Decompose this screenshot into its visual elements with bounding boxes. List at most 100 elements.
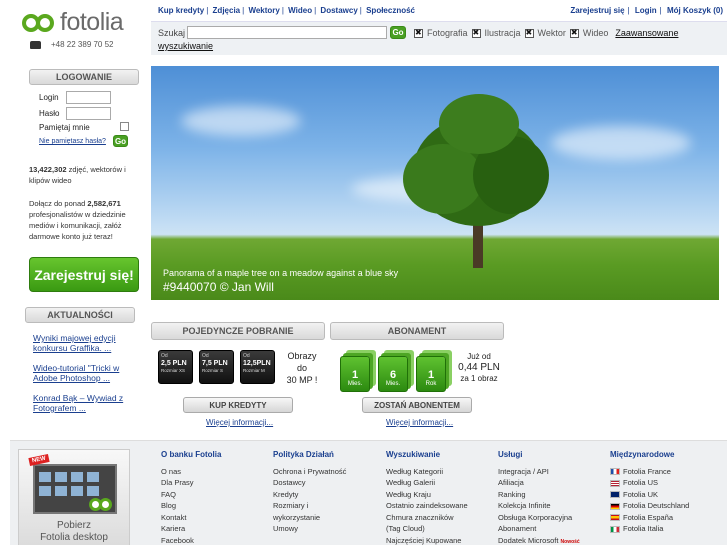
subscription-pack-1-year[interactable]: 1 Rok bbox=[416, 356, 446, 392]
fotolia-logo[interactable]: fotolia bbox=[22, 6, 142, 38]
credit-pack-price: 7,5 PLN bbox=[202, 360, 228, 367]
register-button[interactable]: Zarejestruj się! bbox=[29, 257, 139, 292]
usa-flag-icon bbox=[610, 479, 620, 487]
news-item[interactable]: Wyniki majowej edycji konkursu Graffika.… bbox=[33, 333, 139, 353]
france-flag-icon bbox=[610, 468, 620, 476]
italy-flag-icon bbox=[610, 525, 620, 533]
footer-link[interactable]: Ranking bbox=[498, 489, 602, 501]
filter-ilustracja-label: Ilustracja bbox=[484, 28, 521, 38]
single-download-heading: POJEDYNCZE POBRANIE bbox=[151, 322, 325, 340]
footer-link-microsoft[interactable]: Dodatek Microsoft Nowość bbox=[498, 535, 602, 545]
pros-count: 2,582,671 bbox=[87, 199, 121, 208]
footer-link[interactable]: Kariera bbox=[161, 523, 265, 535]
news-item[interactable]: Konrad Bąk – Wywiad z Fotografem ... bbox=[33, 393, 139, 413]
footer-link[interactable]: Integracja / API bbox=[498, 466, 602, 478]
footer-link[interactable]: FAQ bbox=[161, 489, 265, 501]
subscription-pack-6-months[interactable]: 6 Mies. bbox=[378, 356, 408, 392]
join-text-a: Dołącz do ponad bbox=[29, 199, 86, 208]
footer-link[interactable]: Afiliacja bbox=[498, 477, 602, 489]
desktop-app-promo[interactable]: NEW Pobierz Fotolia desktop bbox=[18, 449, 130, 545]
footer-link-it[interactable]: Fotolia Italia bbox=[610, 523, 725, 535]
subscribe-button[interactable]: ZOSTAŃ ABONENTEM bbox=[362, 397, 472, 413]
nav-wideo[interactable]: Wideo bbox=[288, 6, 312, 15]
filter-wideo-label: Wideo bbox=[582, 28, 609, 38]
footer-link[interactable]: Według Galerii bbox=[386, 477, 490, 489]
filter-wideo-checkbox[interactable] bbox=[569, 28, 579, 38]
footer-link[interactable]: Chmura znaczników bbox=[386, 512, 490, 524]
footer-link-de[interactable]: Fotolia Deutschland bbox=[610, 500, 725, 512]
spain-flag-icon bbox=[610, 514, 620, 522]
credit-pack-m[interactable]: Od 12,5PLN Rozmiar M bbox=[240, 350, 275, 384]
footer-col-policy: Polityka Działań Ochrona i Prywatność Do… bbox=[273, 449, 377, 535]
search-go-button[interactable]: Go bbox=[390, 26, 406, 39]
cart-link[interactable]: Mój Koszyk (0) bbox=[667, 6, 723, 15]
subscription-price-b: 0,44 PLN bbox=[458, 362, 500, 373]
footer-link[interactable]: Facebook bbox=[161, 535, 265, 545]
footer-link[interactable]: O nas bbox=[161, 466, 265, 478]
news-item[interactable]: Wideo-tutorial "Tricki w Adobe Photoshop… bbox=[33, 363, 139, 383]
footer-link-fr[interactable]: Fotolia France bbox=[610, 466, 725, 478]
register-link[interactable]: Zarejestruj się bbox=[570, 6, 624, 15]
filter-ilustracja-checkbox[interactable] bbox=[471, 28, 481, 38]
subscription-heading: ABONAMENT bbox=[330, 322, 504, 340]
footer-link[interactable]: Według Kraju bbox=[386, 489, 490, 501]
password-field[interactable] bbox=[66, 107, 111, 120]
footer-link-us[interactable]: Fotolia US bbox=[610, 477, 725, 489]
footer-link[interactable]: Umowy bbox=[273, 523, 377, 535]
footer-link[interactable]: Kontakt bbox=[161, 512, 265, 524]
footer-col-heading: Usługi bbox=[498, 450, 523, 459]
single-more-info-link[interactable]: Więcej informacji... bbox=[206, 418, 273, 427]
subscription-pack-unit: Rok bbox=[425, 381, 437, 387]
footer-link-es[interactable]: Fotolia España bbox=[610, 512, 725, 524]
search-label: Szukaj bbox=[158, 28, 186, 38]
advanced-search-link[interactable]: Zaawansowane bbox=[615, 28, 678, 38]
search-input[interactable] bbox=[187, 26, 387, 39]
footer-link[interactable]: Najczęściej Kupowane bbox=[386, 535, 490, 545]
advanced-search-link-2[interactable]: wyszukiwanie bbox=[158, 41, 213, 51]
footer-link[interactable]: Dostawcy bbox=[273, 477, 377, 489]
subscription-pack-number: 6 bbox=[389, 369, 397, 381]
footer-link[interactable]: Dla Prasy bbox=[161, 477, 265, 489]
credit-pack-od: Od bbox=[161, 353, 168, 359]
footer-link[interactable]: Ochrona i Prywatność bbox=[273, 466, 377, 478]
footer-link-uk[interactable]: Fotolia UK bbox=[610, 489, 725, 501]
footer-link[interactable]: Blog bbox=[161, 500, 265, 512]
footer-link-label: Fotolia France bbox=[623, 466, 671, 476]
subscription-more-info-link[interactable]: Więcej informacji... bbox=[386, 418, 453, 427]
search-filters: Fotografia Ilustracja Wektor Wideo Zaawa… bbox=[414, 28, 678, 38]
hero-image[interactable]: Panorama of a maple tree on a meadow aga… bbox=[151, 66, 719, 300]
nav-zdjecia[interactable]: Zdjęcia bbox=[213, 6, 241, 15]
login-link[interactable]: Login bbox=[635, 6, 657, 15]
footer-link[interactable]: Abonament bbox=[498, 523, 602, 535]
nav-spolecznosc[interactable]: Społeczność bbox=[366, 6, 415, 15]
fotolia-logo-icon bbox=[22, 12, 56, 32]
forgot-password-link[interactable]: Nie pamiętasz hasła? bbox=[39, 138, 106, 145]
login-label: Login bbox=[39, 93, 59, 102]
footer-link[interactable]: Ostatnio zaindeksowane bbox=[386, 500, 490, 512]
footer-link[interactable]: Według Kategorii bbox=[386, 466, 490, 478]
nav-kup-kredyty[interactable]: Kup kredyty bbox=[158, 6, 204, 15]
hero-caption: Panorama of a maple tree on a meadow aga… bbox=[163, 268, 399, 278]
footer-link-label: Dodatek Microsoft bbox=[498, 535, 559, 545]
remember-checkbox[interactable] bbox=[120, 122, 129, 131]
login-go-button[interactable]: Go bbox=[113, 135, 128, 147]
footer-link[interactable]: Kredyty bbox=[273, 489, 377, 501]
login-field[interactable] bbox=[66, 91, 111, 104]
subscription-pack-1-month[interactable]: 1 Mies. bbox=[340, 356, 370, 392]
subscription-price: Już od 0,44 PLN za 1 obraz bbox=[455, 351, 503, 384]
phone-text: +48 22 389 70 52 bbox=[51, 40, 114, 49]
footer-link[interactable]: (Tag Cloud) bbox=[386, 523, 490, 535]
footer-link[interactable]: Obsługa Korporacyjna bbox=[498, 512, 602, 524]
filter-wektor-checkbox[interactable] bbox=[524, 28, 534, 38]
buy-credits-button[interactable]: KUP KREDYTY bbox=[183, 397, 293, 413]
footer-col-heading: Wyszukiwanie bbox=[386, 450, 441, 459]
footer-link[interactable]: Kolekcja Infinite bbox=[498, 500, 602, 512]
credit-pack-xs[interactable]: Od 2,5 PLN Rozmiar XS bbox=[158, 350, 193, 384]
new-tag: Nowość bbox=[560, 538, 580, 545]
nav-wektory[interactable]: Wektory bbox=[248, 6, 279, 15]
credit-pack-s[interactable]: Od 7,5 PLN Rozmiar S bbox=[199, 350, 234, 384]
filter-fotografia-checkbox[interactable] bbox=[414, 28, 423, 38]
nav-dostawcy[interactable]: Dostawcy bbox=[320, 6, 357, 15]
footer-link[interactable]: wykorzystanie bbox=[273, 512, 377, 524]
footer-link[interactable]: Rozmiary i bbox=[273, 500, 377, 512]
